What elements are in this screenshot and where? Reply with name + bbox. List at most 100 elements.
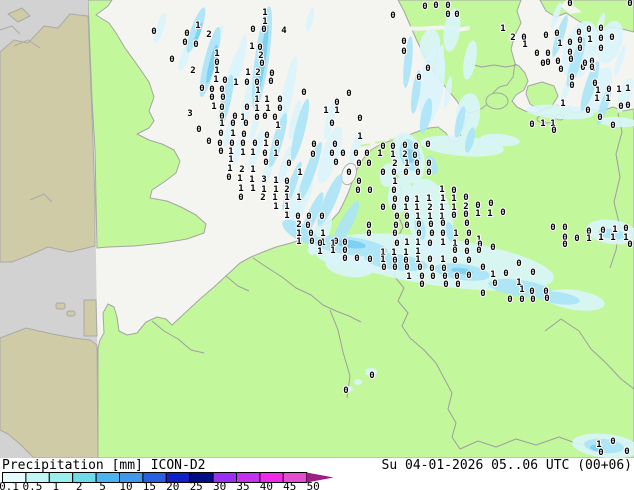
station-value: 0 [354,254,359,264]
station-value: 0 [381,263,386,273]
station-value: 0 [589,63,594,73]
station-value: 0 [261,25,266,35]
station-value: 0 [311,140,316,150]
station-value: 0 [309,237,314,247]
station-value: 1 [250,165,255,175]
legend-title: Precipitation [mm] ICON-D2 [2,458,206,473]
station-value: 1 [595,86,600,96]
station-value: 1 [195,21,200,31]
station-value: 1 [284,211,289,221]
station-value: 1 [406,272,411,282]
station-value: 0 [625,101,630,111]
station-value: 0 [342,254,347,264]
station-value: 0 [445,10,450,20]
station-value: 0 [529,120,534,130]
station-value: 0 [551,126,556,136]
station-value: 0 [366,229,371,239]
colorbar-tick: 0.1 [0,480,19,490]
station-value: 1 [453,229,458,239]
station-value: 1 [610,233,615,243]
station-value: 0 [545,58,550,68]
colorbar-tick: 20 [166,480,180,490]
station-value: 0 [319,212,324,222]
station-value: 0 [244,78,249,88]
station-value: 0 [193,40,198,50]
colorbar-tick: 10 [119,480,133,490]
colorbar-tick: 50 [306,480,320,490]
station-value: 1 [273,202,278,212]
station-value: 0 [443,280,448,290]
station-value: 0 [310,150,315,160]
station-value: 1 [475,209,480,219]
station-value: 0 [151,27,156,37]
station-value: 0 [218,129,223,139]
station-value: 0 [346,89,351,99]
channel-island-2 [66,310,76,317]
station-value: 2 [206,30,211,40]
legend: Precipitation [mm] ICON-D2 Su 04-01-2026… [0,458,634,490]
station-value: 0 [540,59,545,69]
station-value: 0 [426,168,431,178]
station-value: 0 [218,147,223,157]
station-value: 0 [627,240,632,250]
station-value: 1 [323,106,328,116]
station-value: 0 [404,221,409,231]
station-value: 0 [598,34,603,44]
station-value: 0 [277,104,282,114]
station-value: 1 [625,84,630,94]
station-value: 0 [598,448,603,458]
station-value: 2 [510,33,515,43]
station-value: 3 [187,109,192,119]
station-value: 0 [401,37,406,47]
station-value: 0 [419,280,424,290]
station-value: 0 [346,168,351,178]
station-value: 0 [530,268,535,278]
station-value: 0 [369,371,374,381]
station-value: 0 [562,240,567,250]
station-value: 1 [296,237,301,247]
colorbar-ticks: 0.1 0.5 1 2 5 10 15 20 25 30 35 40 45 50 [0,480,634,490]
out-of-domain-region [0,0,99,458]
station-value: 0 [262,112,267,122]
station-value: 0 [609,33,614,43]
colorbar-tick: 25 [189,480,203,490]
station-value: 0 [480,263,485,273]
station-value: 0 [355,186,360,196]
station-value: 0 [422,2,427,12]
colorbar-tick: 2 [75,480,83,490]
station-value: 1 [249,42,254,52]
station-value: 0 [503,269,508,279]
station-value: 0 [586,25,591,35]
out-land-england [0,13,96,263]
station-value: 0 [568,55,573,65]
station-value: 0 [268,77,273,87]
station-value: 1 [440,238,445,248]
channel-island-1 [55,302,66,310]
station-value: 0 [357,114,362,124]
station-value: 1 [211,102,216,112]
station-value: 0 [543,31,548,41]
station-value: 0 [574,234,579,244]
station-value: 0 [544,294,549,304]
station-value: 1 [330,246,335,256]
station-value: 1 [500,24,505,34]
station-value: 1 [245,68,250,78]
station-value: 0 [390,11,395,21]
station-value: 4 [281,26,287,36]
station-value: 0 [554,29,559,39]
station-value: 0 [415,168,420,178]
station-value: 0 [452,246,457,256]
station-value: 0 [353,149,358,159]
station-value: 1 [334,106,339,116]
station-value: 1 [213,75,218,85]
station-value: 0 [582,59,587,69]
station-value: 0 [567,0,572,9]
station-value: 1 [263,139,268,149]
station-value: 0 [455,280,460,290]
colorbar-tick: 45 [283,480,297,490]
weather-map-screenshot: 0120000210110000001030001011004102012010… [0,0,634,490]
station-value: 2 [260,193,265,203]
station-value: 0 [585,106,590,116]
station-value: 0 [440,219,445,229]
station-value: 1 [587,35,592,45]
